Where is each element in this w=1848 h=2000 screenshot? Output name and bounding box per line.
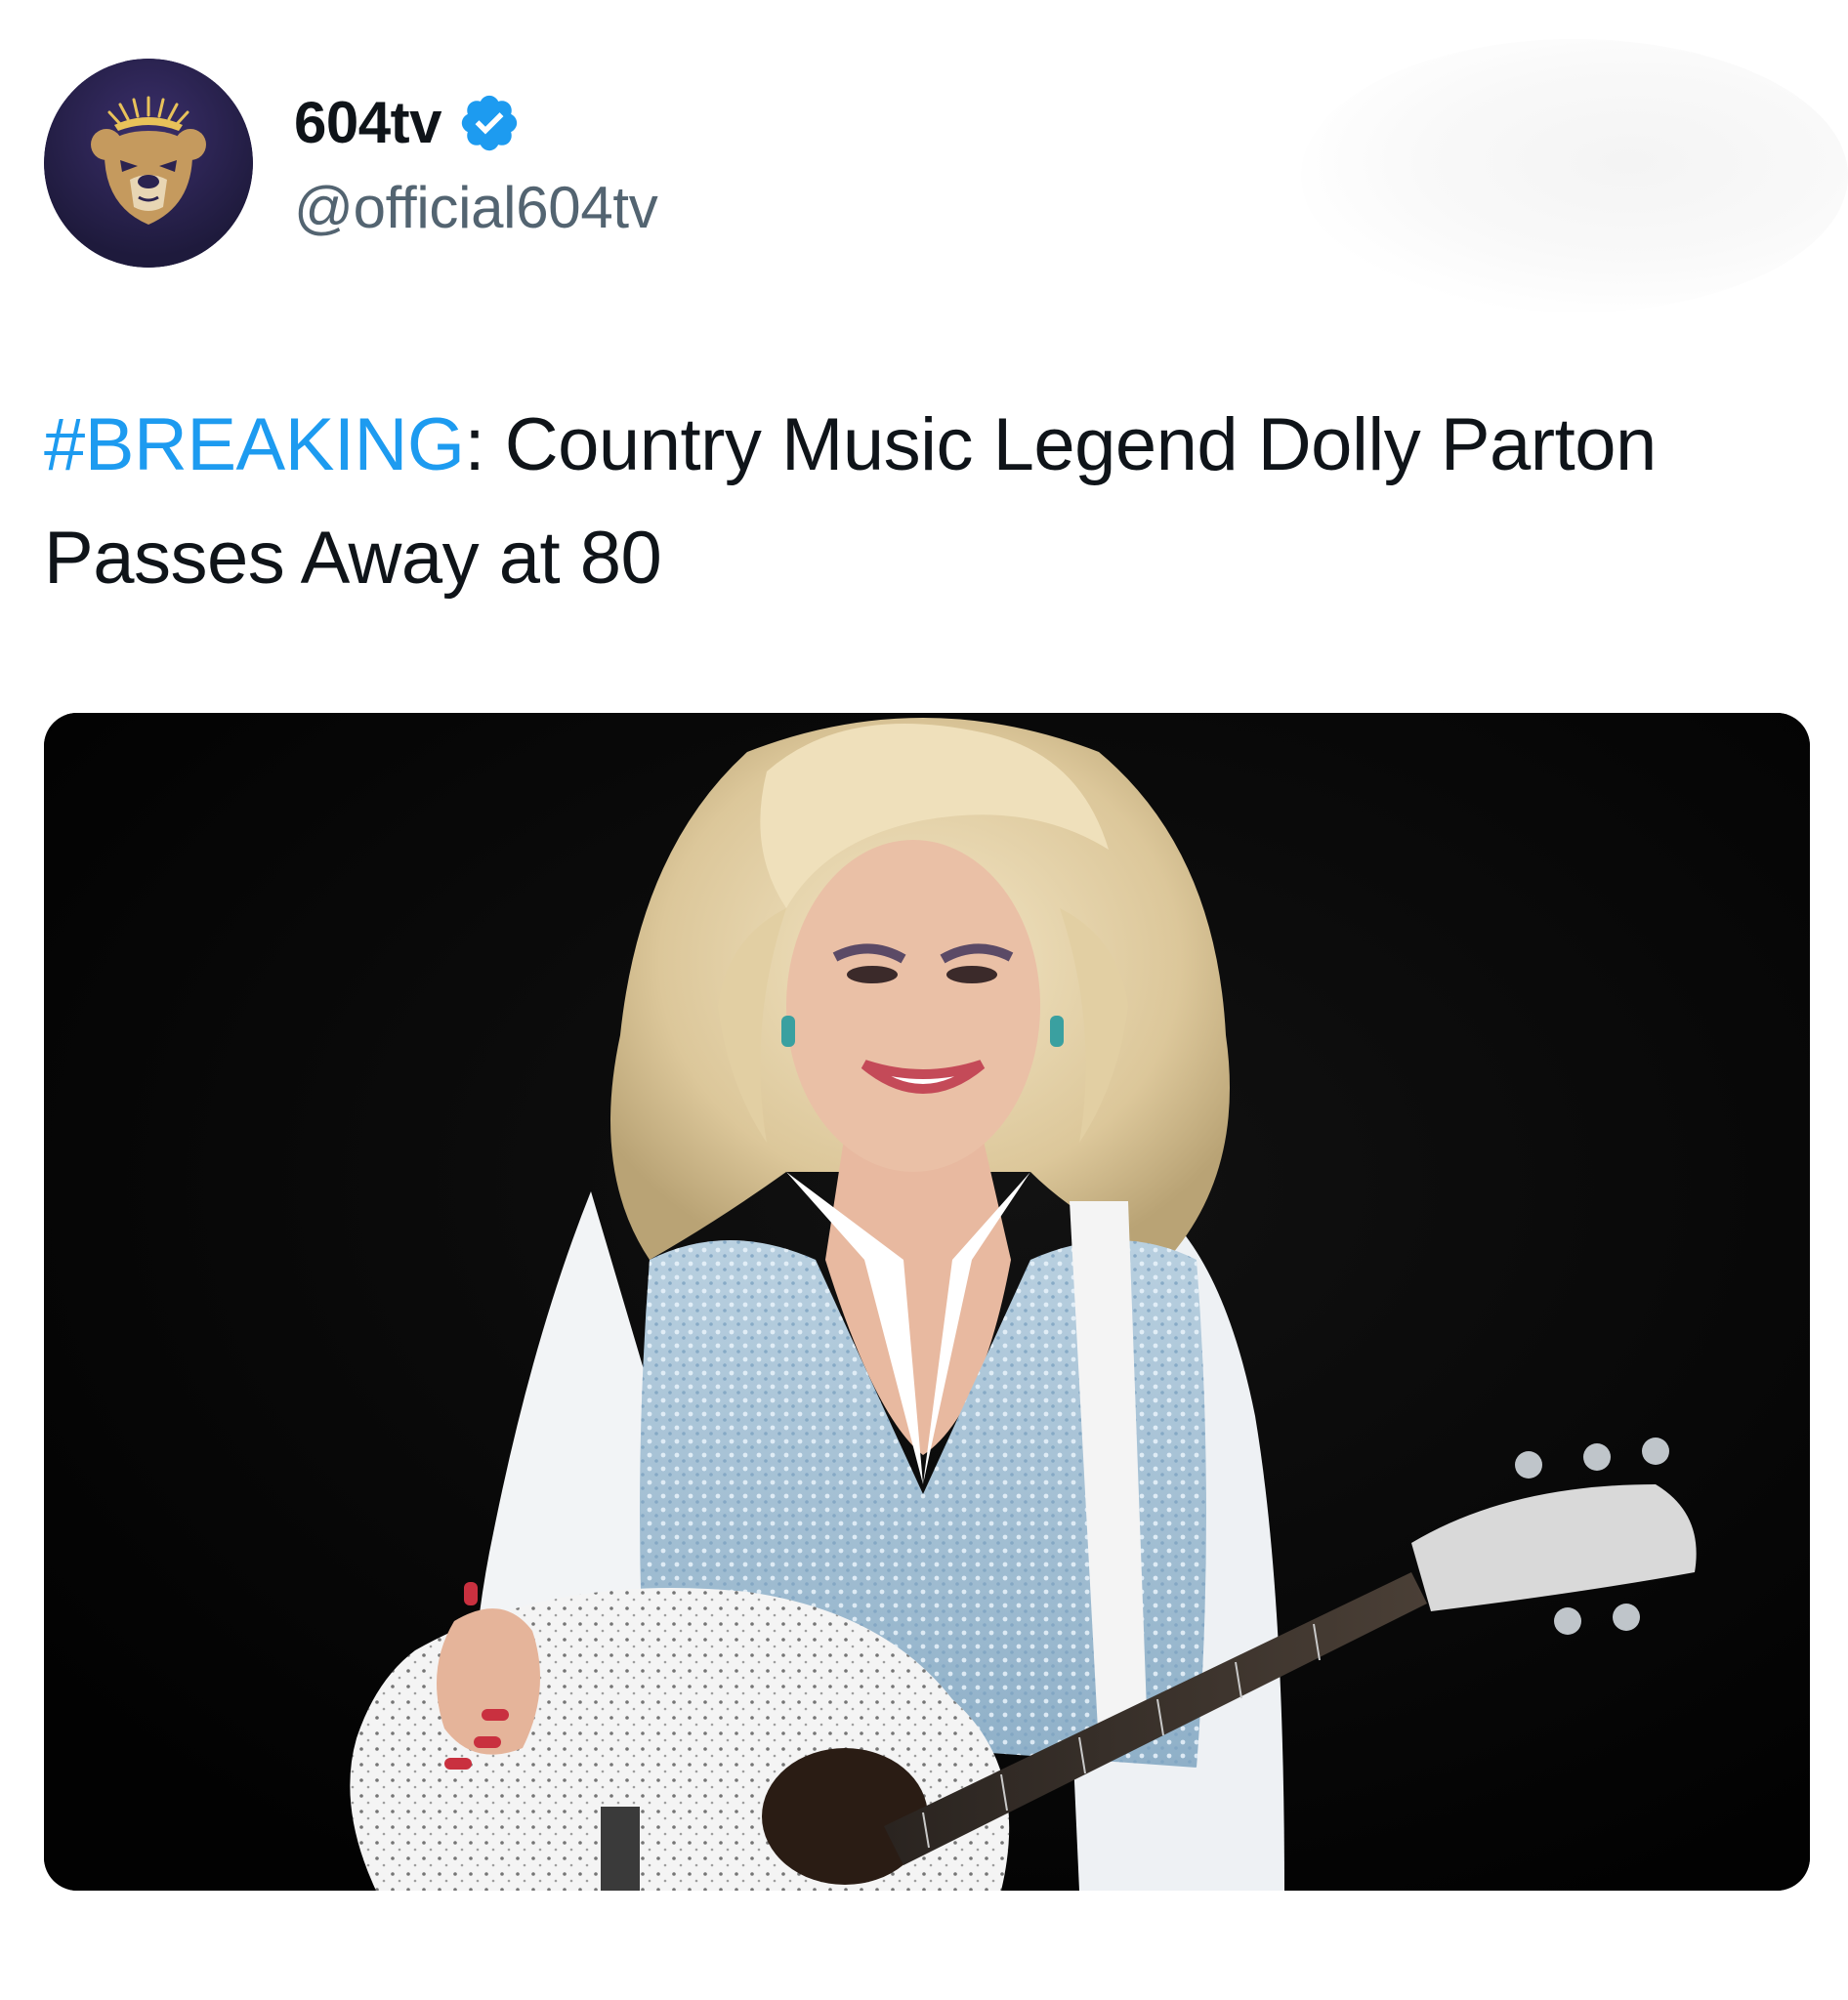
- display-name[interactable]: 604tv: [294, 89, 441, 156]
- post-media[interactable]: [44, 713, 1810, 1891]
- tweet-text: #BREAKING: Country Music Legend Dolly Pa…: [44, 389, 1822, 615]
- name-row: 604tv: [294, 86, 657, 160]
- hashtag-link[interactable]: #BREAKING: [44, 403, 465, 486]
- avatar[interactable]: [44, 59, 253, 268]
- performer-photo: [44, 713, 1810, 1891]
- blurred-area: [1301, 39, 1848, 312]
- author-handle[interactable]: @official604tv: [294, 174, 658, 241]
- post-card: 604tv @official604tv #BREAKING: Country …: [0, 0, 1848, 2000]
- bear-logo-icon: [44, 59, 253, 268]
- post-header: 604tv @official604tv: [44, 59, 658, 268]
- author-names: 604tv @official604tv: [294, 86, 658, 241]
- verified-badge-icon: [457, 91, 522, 155]
